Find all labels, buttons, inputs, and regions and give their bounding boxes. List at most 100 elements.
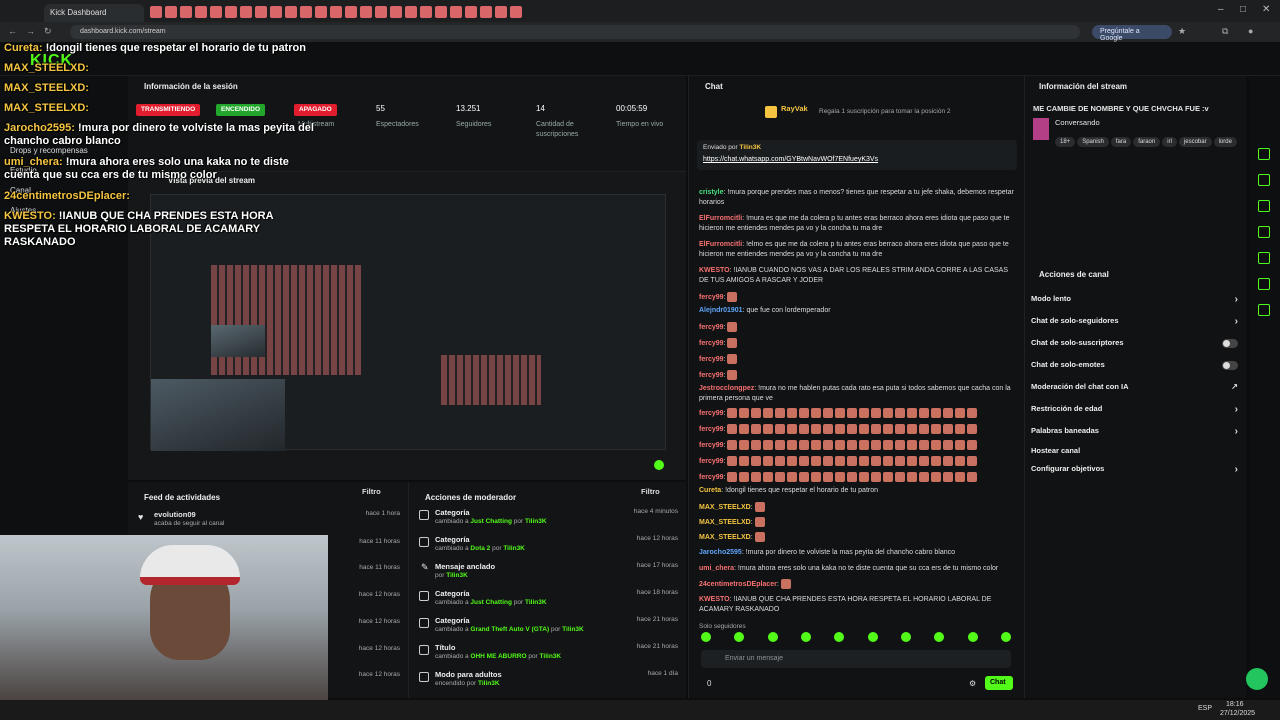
action-slow-mode[interactable]: Modo lento › — [1031, 294, 1238, 308]
list-item: ♥ evolution09 acaba de seguir al canal h… — [128, 510, 408, 530]
back-icon[interactable]: ← — [8, 26, 17, 36]
emote-icon[interactable] — [934, 632, 945, 642]
emote-icon[interactable] — [701, 632, 711, 642]
stat-value-subs: 14 — [536, 104, 545, 113]
tag: faraon — [1133, 137, 1161, 147]
close-icon[interactable]: ✕ — [1262, 4, 1270, 15]
tag: Spanish — [1077, 137, 1109, 147]
mod-row-title: Título — [435, 643, 456, 652]
browser-tab-strip: Kick Dashboard – □ ✕ — [0, 0, 1280, 22]
status-off-pill[interactable]: APAGADO — [294, 104, 337, 116]
tab-title: Kick Dashboard — [50, 8, 107, 17]
rail-icon[interactable] — [1258, 226, 1270, 238]
overlay-chat-line: Jarocho2595: !mura por dinero te volvist… — [4, 122, 314, 147]
top-gifter-name[interactable]: RayVak — [781, 104, 808, 113]
chat-message: fercy99: — [699, 424, 1019, 435]
mod-row-detail: cambiado a OHH ME ABURRO por Tilin3K — [435, 653, 562, 660]
action-followers-only[interactable]: Chat de solo-seguidores › — [1031, 316, 1238, 330]
chat-message: Alejndr01901: que fue con lordemperador — [699, 307, 831, 314]
chat-input[interactable]: Enviar un mensaje — [701, 650, 1011, 668]
mod-row-time: hace 4 minutos — [633, 508, 678, 515]
table-row: Modo para adultos encendido por Tilin3K … — [409, 670, 686, 696]
support-chat-icon[interactable] — [1246, 668, 1268, 690]
settings-icon[interactable]: ⚙ — [969, 679, 976, 688]
category-thumbnail — [1033, 118, 1049, 140]
overlay-chat-line: MAX_STEELXD: — [4, 62, 89, 74]
rail-icon[interactable] — [1258, 278, 1270, 290]
rail-icon[interactable] — [1258, 252, 1270, 264]
channel-actions-title: Acciones de canal — [1039, 270, 1109, 279]
status-on-pill[interactable]: ENCENDIDO — [216, 104, 266, 116]
extensions-icon[interactable]: ⧉ — [1222, 26, 1228, 37]
send-chat-button[interactable]: Chat — [985, 676, 1013, 690]
emote-icon[interactable] — [734, 632, 745, 642]
external-link-icon: ↗ — [1231, 382, 1238, 391]
reload-icon[interactable]: ↻ — [44, 26, 52, 37]
address-bar-row: ← → ↻ dashboard.kick.com/stream Pregúnta… — [0, 22, 1280, 42]
preview-emote-grid — [211, 265, 361, 375]
stat-value-followers: 13.251 — [456, 104, 481, 113]
emote-icon[interactable] — [1000, 632, 1011, 642]
emote-icon[interactable] — [834, 632, 845, 642]
mod-filter-button[interactable]: Filtro — [641, 487, 660, 496]
mod-row-title: Modo para adultos — [435, 670, 502, 679]
pinned-message[interactable]: Enviado por Tilin3K https://chat.whatsap… — [697, 140, 1017, 170]
emote-icon[interactable] — [867, 632, 878, 642]
action-subs-only[interactable]: Chat de solo-suscriptores — [1031, 338, 1238, 352]
chat-message: Jestrocclongpez: !mura no me hablen puta… — [699, 385, 1011, 402]
chat-message: fercy99: — [699, 370, 1019, 381]
rail-icon[interactable] — [1258, 174, 1270, 186]
feed-user[interactable]: evolution09 — [154, 510, 196, 519]
stream-info-panel: Información del stream ME CAMBIE DE NOMB… — [1024, 76, 1246, 266]
clock-time[interactable]: 18:16 — [1226, 701, 1244, 708]
rail-icon[interactable] — [1258, 148, 1270, 160]
mod-row-detail: por Tilin3K — [435, 572, 468, 579]
feed-action: acaba de seguir al canal — [154, 520, 225, 527]
url-input[interactable]: dashboard.kick.com/stream — [70, 25, 1080, 39]
category-name: Conversando — [1055, 118, 1100, 127]
profile-avatar[interactable]: ● — [1248, 26, 1253, 36]
minimize-icon[interactable]: – — [1218, 4, 1224, 15]
mod-row-detail: cambiado a Dota 2 por Tilin3K — [435, 545, 525, 552]
browser-tab[interactable]: Kick Dashboard — [44, 4, 144, 22]
activity-filter-button[interactable]: Filtro — [362, 487, 381, 496]
emote-icon[interactable] — [800, 632, 811, 642]
adult-mode-icon — [419, 672, 429, 682]
tag-list: 18+ Spanish fara faraon irl jescobar lorde — [1055, 130, 1239, 148]
rail-icon[interactable] — [1258, 200, 1270, 212]
chat-message: fercy99: — [699, 440, 1019, 451]
emote-icon[interactable] — [967, 632, 978, 642]
category-icon — [419, 591, 429, 601]
stat-value-viewers: 55 — [376, 104, 385, 113]
maximize-icon[interactable]: □ — [1240, 4, 1246, 15]
action-emotes-only[interactable]: Chat de solo-emotes — [1031, 360, 1238, 374]
emote-icon[interactable] — [900, 632, 911, 642]
forward-icon[interactable]: → — [26, 26, 35, 36]
stat-value-uptime: 00:05:59 — [616, 104, 648, 113]
mod-row-title: Categoría — [435, 535, 470, 544]
action-goals[interactable]: Configurar objetivos › — [1031, 464, 1238, 478]
language-indicator[interactable]: ESP — [1198, 705, 1212, 712]
action-ai-moderation[interactable]: Moderación del chat con IA ↗ — [1031, 382, 1238, 396]
status-live-pill: TRANSMITIENDO — [136, 104, 201, 116]
tag: irl — [1162, 137, 1177, 147]
ask-google-button[interactable]: Pregúntale a Google — [1092, 25, 1172, 42]
quick-emote-row — [701, 632, 1011, 646]
clock-date[interactable]: 27/12/2025 — [1220, 710, 1255, 717]
stat-label-viewers: Espectadores — [376, 121, 419, 128]
rail-icon[interactable] — [1258, 304, 1270, 316]
overlay-chat-line: umi_chera: !mura ahora eres solo una kak… — [4, 156, 289, 181]
mod-row-time: hace 21 horas — [636, 616, 678, 623]
pinned-link[interactable]: https://chat.whatsapp.com/GYBtwNavWOf7EN… — [703, 156, 878, 163]
action-age-restriction[interactable]: Restricción de edad › — [1031, 404, 1238, 418]
emote-icon[interactable] — [767, 632, 778, 642]
mod-row-title: Categoría — [435, 616, 470, 625]
action-host-channel[interactable]: Hostear canal — [1031, 446, 1238, 460]
pin-icon: ✎ — [421, 562, 429, 572]
mod-row-detail: cambiado a Just Chatting por Tilin3K — [435, 518, 547, 525]
overlay-chat-line: 24centimetrosDEplacer: — [4, 190, 130, 202]
heart-icon: ♥ — [138, 512, 144, 522]
overlay-chat-line: KWESTO: !IANUB QUE CHA PRENDES ESTA HORA… — [4, 210, 274, 248]
star-icon[interactable]: ★ — [1178, 26, 1186, 37]
action-banned-words[interactable]: Palabras baneadas › — [1031, 426, 1238, 440]
